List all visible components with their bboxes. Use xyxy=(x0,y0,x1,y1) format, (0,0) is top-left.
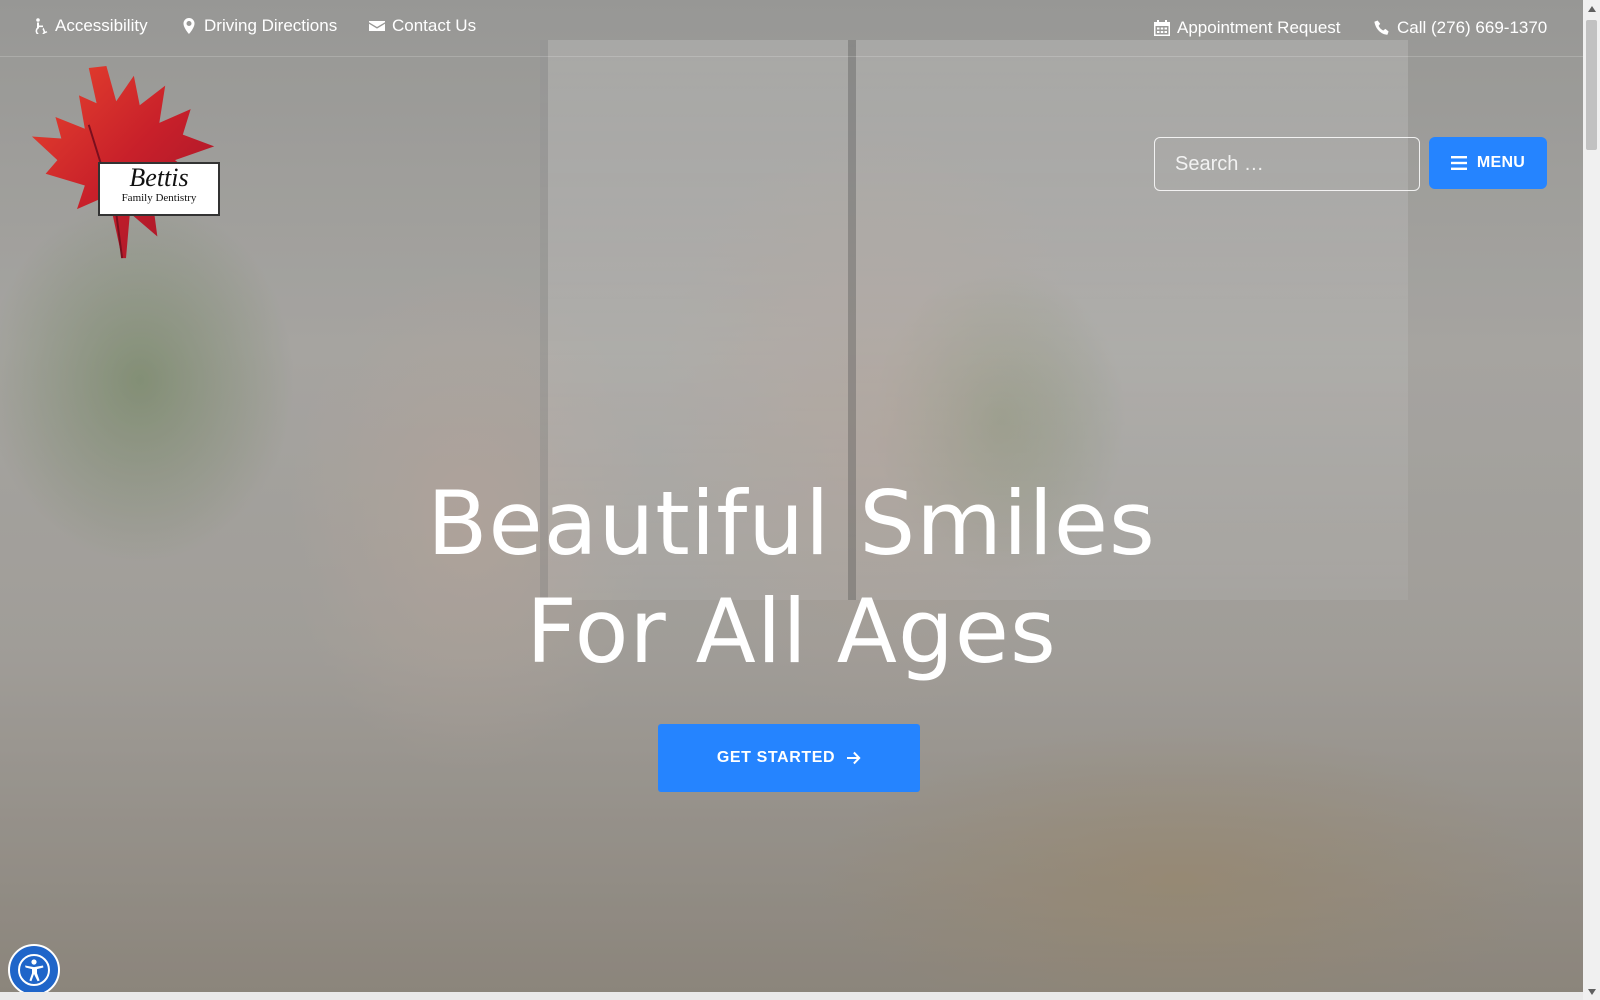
top-utility-bar: Accessibility Driving Directions Contact… xyxy=(0,0,1583,57)
scrollbar-thumb[interactable] xyxy=(1586,20,1597,150)
accessibility-link[interactable]: Accessibility xyxy=(32,16,148,36)
logo-subtitle: Family Dentistry xyxy=(121,192,197,204)
get-started-label: GET STARTED xyxy=(716,749,836,766)
search-input[interactable] xyxy=(1155,138,1419,190)
scroll-down-arrow[interactable] xyxy=(1583,983,1600,1000)
appointment-request-label: Appointment Request xyxy=(1177,18,1341,37)
map-marker-icon xyxy=(183,18,195,34)
menu-label: MENU xyxy=(1476,154,1526,171)
calendar-icon xyxy=(1154,20,1170,36)
arrow-right-icon xyxy=(847,751,861,765)
page-viewport: Accessibility Driving Directions Contact… xyxy=(0,0,1583,992)
scroll-up-arrow[interactable] xyxy=(1583,0,1600,17)
driving-directions-label: Driving Directions xyxy=(204,16,338,35)
accessibility-widget-button[interactable] xyxy=(8,944,60,992)
envelope-icon xyxy=(369,21,385,31)
contact-us-link[interactable]: Contact Us xyxy=(369,16,476,36)
hamburger-icon xyxy=(1450,156,1467,170)
logo-name: Bettis xyxy=(129,163,189,192)
hero-headline-line2: For All Ages xyxy=(526,580,1057,683)
phone-icon xyxy=(1374,20,1389,35)
menu-button[interactable]: MENU xyxy=(1429,137,1547,189)
accessibility-label: Accessibility xyxy=(55,16,148,35)
wheelchair-icon xyxy=(35,18,48,34)
get-started-button[interactable]: GET STARTED xyxy=(658,724,920,792)
driving-directions-link[interactable]: Driving Directions xyxy=(181,16,337,36)
accessibility-person-icon xyxy=(18,954,50,986)
call-phone-label: Call (276) 669-1370 xyxy=(1397,18,1548,37)
contact-us-label: Contact Us xyxy=(392,16,477,35)
hero-headline: Beautiful Smiles For All Ages xyxy=(0,470,1583,686)
vertical-scrollbar[interactable] xyxy=(1583,0,1600,1000)
triangle-down-icon xyxy=(1587,988,1596,995)
call-phone-link[interactable]: Call (276) 669-1370 xyxy=(1374,18,1547,38)
logo-text-box: Bettis Family Dentistry xyxy=(98,162,220,216)
triangle-up-icon xyxy=(1587,5,1596,12)
site-logo[interactable]: Bettis Family Dentistry xyxy=(28,66,224,262)
hero-headline-line1: Beautiful Smiles xyxy=(427,472,1156,575)
search-form xyxy=(1154,137,1420,191)
page-bottom-edge xyxy=(0,992,1583,1000)
appointment-request-link[interactable]: Appointment Request xyxy=(1154,18,1341,38)
